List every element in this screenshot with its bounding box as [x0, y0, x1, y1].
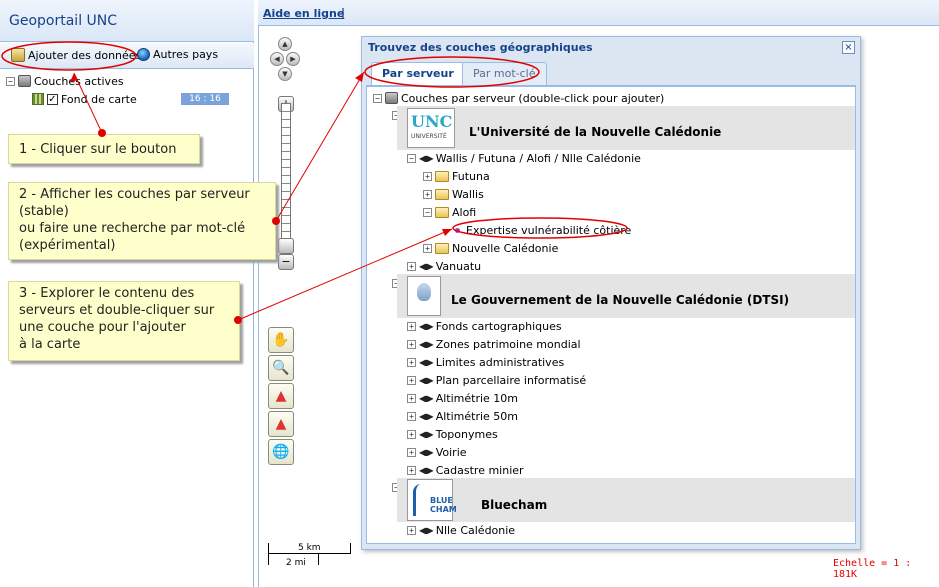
anchor-dot-3 [234, 316, 242, 324]
arrow-head-2 [355, 72, 364, 82]
annotation-overlay [1, 41, 628, 324]
arrow-line-1 [73, 72, 103, 134]
highlight-ellipse-tabs [364, 56, 540, 88]
arrow-line-3 [237, 228, 453, 321]
highlight-ellipse-add-data [1, 41, 137, 71]
arrow-head-1 [70, 73, 78, 82]
highlight-ellipse-layer [452, 217, 628, 239]
arrow-line-2 [275, 71, 365, 222]
arrow-head-3 [442, 229, 452, 236]
anchor-dot-1 [98, 129, 106, 137]
anchor-dot-2 [272, 217, 280, 225]
